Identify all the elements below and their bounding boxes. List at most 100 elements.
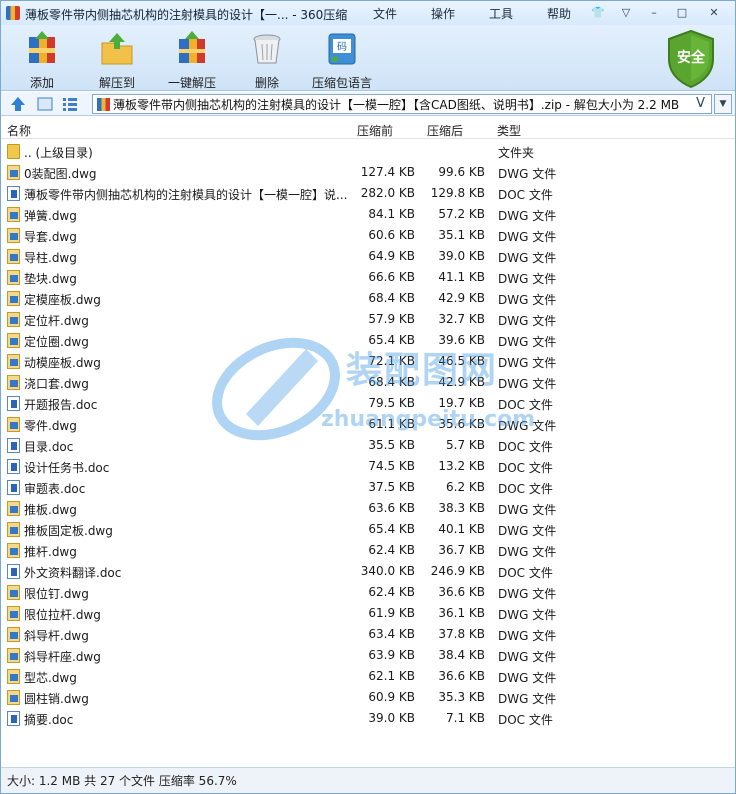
- delete-label: 删除: [254, 76, 279, 90]
- file-row[interactable]: 定位圈.dwg 65.4 KB 39.6 KB DWG 文件: [1, 330, 735, 351]
- file-compressed-size: 39.0 KB: [438, 249, 485, 263]
- file-row[interactable]: 定模座板.dwg 68.4 KB 42.9 KB DWG 文件: [1, 288, 735, 309]
- title-bar[interactable]: 薄板零件带内侧抽芯机构的注射模具的设计【一... - 360压缩 文件 操作 工…: [1, 1, 735, 25]
- archive-language-button[interactable]: 码 压缩包语言: [311, 31, 373, 91]
- menu-dropdown-icon[interactable]: ▽: [615, 4, 637, 21]
- archive-language-label: 压缩包语言: [311, 76, 372, 90]
- path-dropdown-icon[interactable]: ▼: [714, 94, 732, 114]
- file-compressed-size: 129.8 KB: [430, 186, 485, 200]
- file-row[interactable]: 圆柱销.dwg 60.9 KB 35.3 KB DWG 文件: [1, 687, 735, 708]
- file-row[interactable]: 斜导杆座.dwg 63.9 KB 38.4 KB DWG 文件: [1, 645, 735, 666]
- thumbnail-view-icon[interactable]: [36, 95, 54, 113]
- maximize-icon[interactable]: □: [671, 4, 693, 21]
- window-title: 薄板零件带内侧抽芯机构的注射模具的设计【一... - 360压缩: [25, 8, 348, 22]
- file-row[interactable]: 导柱.dwg 64.9 KB 39.0 KB DWG 文件: [1, 246, 735, 267]
- file-name: 摘要.doc: [24, 713, 74, 727]
- file-original-size: 79.5 KB: [368, 396, 415, 410]
- column-header: 名称 压缩前 压缩后 类型: [1, 119, 735, 139]
- file-type: DWG 文件: [498, 293, 557, 307]
- file-row[interactable]: 开题报告.doc 79.5 KB 19.7 KB DOC 文件: [1, 393, 735, 414]
- menu-tools[interactable]: 工具: [489, 5, 547, 22]
- file-name: 目录.doc: [24, 440, 74, 454]
- file-row[interactable]: 浇口套.dwg 68.4 KB 42.9 KB DWG 文件: [1, 372, 735, 393]
- extract-to-button[interactable]: 解压到: [86, 31, 148, 91]
- column-original-size[interactable]: 压缩前: [357, 122, 393, 139]
- file-name: 定位圈.dwg: [24, 335, 89, 349]
- menu-operate[interactable]: 操作: [431, 5, 489, 22]
- column-name[interactable]: 名称: [7, 122, 31, 139]
- skin-icon[interactable]: 👕: [587, 4, 609, 21]
- file-row[interactable]: 设计任务书.doc 74.5 KB 13.2 KB DOC 文件: [1, 456, 735, 477]
- file-name: 导柱.dwg: [24, 251, 77, 265]
- dwg-file-icon: [7, 312, 20, 327]
- file-original-size: 57.9 KB: [368, 312, 415, 326]
- file-type: DWG 文件: [498, 356, 557, 370]
- file-row[interactable]: 限位拉杆.dwg 61.9 KB 36.1 KB DWG 文件: [1, 603, 735, 624]
- file-row[interactable]: 0装配图.dwg 127.4 KB 99.6 KB DWG 文件: [1, 162, 735, 183]
- add-label: 添加: [29, 76, 54, 90]
- file-row[interactable]: .. (上级目录) 文件夹: [1, 141, 735, 162]
- close-icon[interactable]: ✕: [699, 4, 729, 21]
- file-row[interactable]: 推板固定板.dwg 65.4 KB 40.1 KB DWG 文件: [1, 519, 735, 540]
- path-v-icon[interactable]: V: [696, 96, 705, 111]
- path-field[interactable]: 薄板零件带内侧抽芯机构的注射模具的设计【一模一腔】【含CAD图纸、说明书】.zi…: [92, 94, 712, 114]
- file-compressed-size: 32.7 KB: [438, 312, 485, 326]
- security-label: 安全: [677, 50, 705, 66]
- menu-file[interactable]: 文件: [373, 5, 431, 22]
- dwg-file-icon: [7, 627, 20, 642]
- file-row[interactable]: 薄板零件带内侧抽芯机构的注射模具的设计【一模一腔】说... 282.0 KB 129…: [1, 183, 735, 204]
- file-row[interactable]: 摘要.doc 39.0 KB 7.1 KB DOC 文件: [1, 708, 735, 729]
- minimize-icon[interactable]: –: [643, 4, 665, 21]
- file-compressed-size: 42.9 KB: [438, 375, 485, 389]
- file-original-size: 63.6 KB: [368, 501, 415, 515]
- file-name: 设计任务书.doc: [24, 461, 110, 475]
- add-archive-icon: [29, 31, 55, 63]
- svg-text:码: 码: [337, 41, 347, 53]
- one-click-extract-button[interactable]: 一键解压: [161, 31, 223, 91]
- file-row[interactable]: 动模座板.dwg 72.1 KB 46.5 KB DWG 文件: [1, 351, 735, 372]
- file-compressed-size: 36.7 KB: [438, 543, 485, 557]
- status-bar: 大小: 1.2 MB 共 27 个文件 压缩率 56.7%: [1, 767, 735, 793]
- add-button[interactable]: 添加: [11, 31, 73, 91]
- file-compressed-size: 36.6 KB: [438, 585, 485, 599]
- file-original-size: 37.5 KB: [368, 480, 415, 494]
- file-row[interactable]: 审题表.doc 37.5 KB 6.2 KB DOC 文件: [1, 477, 735, 498]
- file-original-size: 65.4 KB: [368, 522, 415, 536]
- file-row[interactable]: 定位杆.dwg 57.9 KB 32.7 KB DWG 文件: [1, 309, 735, 330]
- file-row[interactable]: 推杆.dwg 62.4 KB 36.7 KB DWG 文件: [1, 540, 735, 561]
- file-row[interactable]: 型芯.dwg 62.1 KB 36.6 KB DWG 文件: [1, 666, 735, 687]
- archive-language-icon: 码: [328, 33, 356, 65]
- security-shield[interactable]: 安全: [665, 29, 717, 89]
- column-type[interactable]: 类型: [497, 122, 521, 139]
- doc-file-icon: [7, 459, 20, 474]
- file-name: 推板固定板.dwg: [24, 524, 113, 538]
- file-row[interactable]: 零件.dwg 61.1 KB 35.6 KB DWG 文件: [1, 414, 735, 435]
- doc-file-icon: [7, 186, 20, 201]
- dwg-file-icon: [7, 207, 20, 222]
- file-original-size: 60.6 KB: [368, 228, 415, 242]
- delete-button[interactable]: 删除: [236, 31, 298, 91]
- extract-to-label: 解压到: [98, 76, 135, 90]
- dwg-file-icon: [7, 249, 20, 264]
- file-row[interactable]: 目录.doc 35.5 KB 5.7 KB DOC 文件: [1, 435, 735, 456]
- file-name: 定位杆.dwg: [24, 314, 89, 328]
- file-type: 文件夹: [498, 146, 535, 160]
- file-row[interactable]: 限位钉.dwg 62.4 KB 36.6 KB DWG 文件: [1, 582, 735, 603]
- file-row[interactable]: 导套.dwg 60.6 KB 35.1 KB DWG 文件: [1, 225, 735, 246]
- window-controls: 👕 ▽ – □ ✕: [587, 4, 729, 21]
- file-name: 圆柱销.dwg: [24, 692, 89, 706]
- list-view-icon[interactable]: [61, 95, 79, 113]
- dwg-file-icon: [7, 375, 20, 390]
- file-row[interactable]: 垫块.dwg 66.6 KB 41.1 KB DWG 文件: [1, 267, 735, 288]
- file-original-size: 39.0 KB: [368, 711, 415, 725]
- file-original-size: 64.9 KB: [368, 249, 415, 263]
- file-name: 0装配图.dwg: [24, 167, 97, 181]
- file-compressed-size: 6.2 KB: [446, 480, 485, 494]
- file-row[interactable]: 斜导杆.dwg 63.4 KB 37.8 KB DWG 文件: [1, 624, 735, 645]
- file-row[interactable]: 弹簧.dwg 84.1 KB 57.2 KB DWG 文件: [1, 204, 735, 225]
- file-row[interactable]: 外文资料翻译.doc 340.0 KB 246.9 KB DOC 文件: [1, 561, 735, 582]
- up-arrow-icon[interactable]: [9, 95, 27, 113]
- file-compressed-size: 35.1 KB: [438, 228, 485, 242]
- column-compressed-size[interactable]: 压缩后: [427, 122, 463, 139]
- file-row[interactable]: 推板.dwg 63.6 KB 38.3 KB DWG 文件: [1, 498, 735, 519]
